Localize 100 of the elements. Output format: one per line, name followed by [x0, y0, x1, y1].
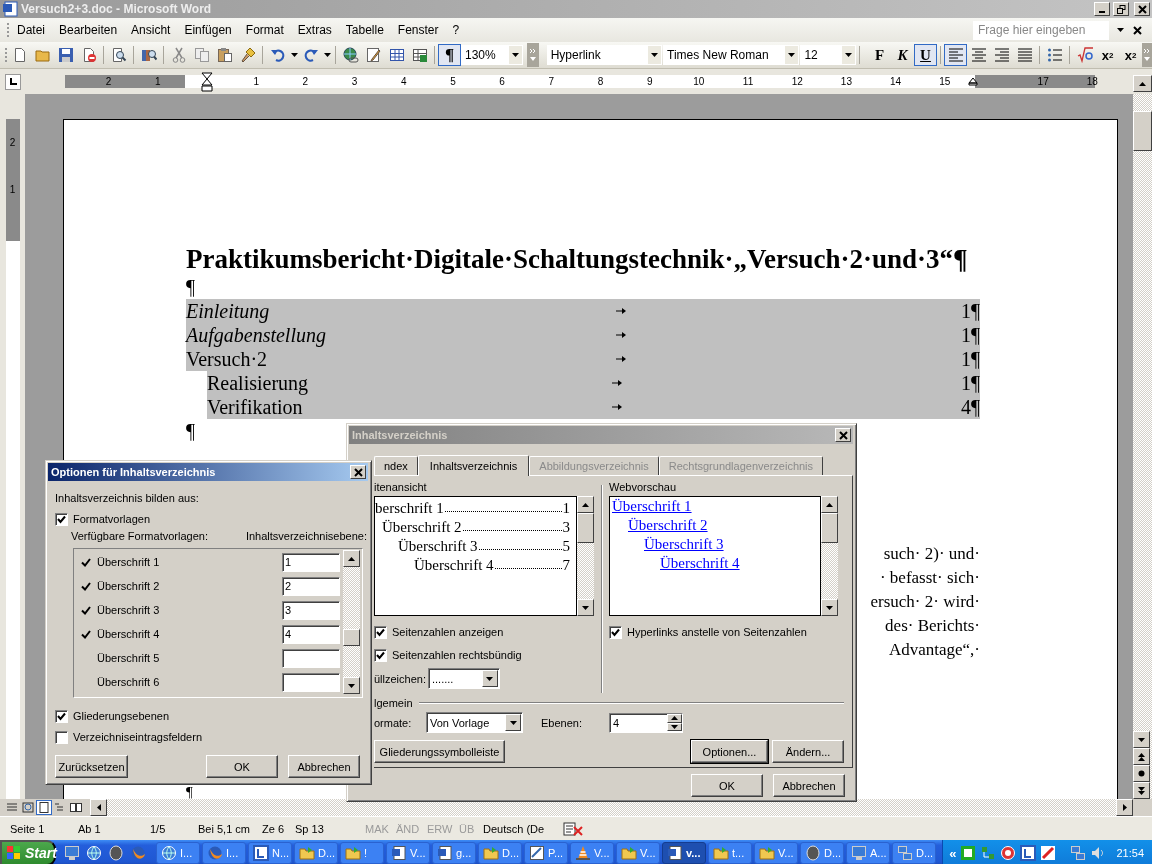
tab[interactable]: ndex [374, 456, 418, 475]
style-dropdown[interactable]: Hyperlink [546, 45, 662, 65]
superscript-button[interactable]: x$^{2}$ [1096, 44, 1119, 66]
double-up-arrow-icon[interactable] [1138, 752, 1145, 761]
level-field[interactable] [282, 672, 340, 692]
checkbox[interactable] [374, 625, 387, 639]
tray-overflow-button[interactable]: « [949, 845, 957, 861]
down-arrow-icon[interactable] [509, 720, 517, 725]
brush-icon[interactable] [239, 47, 256, 63]
scroll-thumb[interactable] [343, 629, 360, 646]
restore-button[interactable] [1113, 2, 1129, 16]
taskbar-button[interactable]: ! [340, 842, 384, 864]
clipboard-icon[interactable] [216, 47, 233, 63]
redo-icon[interactable] [302, 47, 319, 63]
scrollbar[interactable] [577, 496, 594, 616]
spreadsheet-icon[interactable] [411, 47, 428, 63]
network-icon[interactable] [1070, 845, 1087, 861]
font-dropdown[interactable]: Times New Roman [663, 45, 800, 65]
indent-marker-icon[interactable] [968, 77, 978, 86]
taskbar-button[interactable]: t... [708, 842, 752, 864]
table-icon[interactable] [388, 47, 405, 63]
caret-icon[interactable] [323, 53, 331, 57]
preview-link[interactable]: Überschrift 3 [644, 536, 724, 555]
level-field[interactable]: 3 [282, 600, 340, 620]
minimize-button[interactable] [1094, 2, 1110, 16]
down-arrow-icon[interactable] [512, 53, 519, 57]
menu-item[interactable]: Einfügen [177, 23, 239, 37]
scroll-up-button[interactable] [1133, 75, 1152, 92]
bullet-list-icon[interactable] [1046, 47, 1063, 63]
scroll-thumb[interactable] [1133, 111, 1152, 151]
level-field[interactable]: 2 [282, 576, 340, 596]
levels-spinner[interactable]: 4 [609, 712, 683, 733]
dialog-button[interactable]: OK [206, 755, 278, 778]
monitor-icon[interactable] [64, 845, 80, 861]
copy-icon[interactable] [193, 47, 210, 63]
taskbar-button[interactable]: V... [570, 842, 614, 864]
dialog-button[interactable]: Abbrechen [773, 774, 845, 797]
vertical-scrollbar[interactable] [1133, 94, 1152, 799]
dialog-button[interactable]: Abbrechen [288, 755, 360, 778]
view-mode-icon[interactable] [37, 801, 51, 814]
preview-link[interactable]: Überschrift 2 [628, 517, 708, 536]
preview-link[interactable]: Überschrift 1 [612, 498, 692, 517]
scrollbar[interactable] [343, 550, 360, 694]
checkbox[interactable] [55, 512, 68, 526]
fill-character-dropdown[interactable]: ....... [428, 668, 500, 689]
oval-icon[interactable] [108, 845, 124, 861]
globe-link-icon[interactable] [342, 47, 359, 63]
taskbar-button[interactable]: V... [386, 842, 430, 864]
up-arrow-icon[interactable] [1139, 81, 1146, 86]
preview-link[interactable]: Überschrift 4 [660, 555, 740, 574]
taskbar-button[interactable]: D... [294, 842, 338, 864]
up-arrow-icon[interactable] [826, 502, 833, 507]
scroll-thumb[interactable] [821, 513, 838, 543]
checkbox[interactable] [374, 648, 387, 662]
globe-icon[interactable] [130, 845, 146, 861]
zoom-dropdown[interactable]: 130% [461, 45, 523, 65]
help-field[interactable]: Frage hier eingeben [973, 20, 1109, 40]
menu-item[interactable]: Fenster [390, 23, 446, 37]
down-arrow-icon[interactable] [1138, 737, 1145, 742]
taskbar-button[interactable]: V... [754, 842, 798, 864]
menu-item[interactable]: Tabelle [338, 23, 391, 37]
dialog-button[interactable]: Optionen... [691, 740, 768, 763]
tray-icon[interactable] [1040, 845, 1057, 861]
italic-button[interactable]: K [891, 44, 914, 66]
dialog-button[interactable]: Zurücksetzen [55, 755, 128, 778]
dialog-button[interactable]: Gliederungssymbolleiste [374, 740, 505, 763]
tray-icon[interactable] [960, 845, 977, 861]
taskbar-button[interactable]: g... [432, 842, 476, 864]
close-icon[interactable] [1133, 25, 1142, 35]
dialog-button[interactable]: OK [691, 774, 763, 797]
underline-button[interactable]: U [914, 44, 937, 66]
checkbox[interactable] [609, 625, 622, 639]
taskbar-button[interactable]: P... [524, 842, 568, 864]
left-arrow-icon[interactable] [96, 804, 101, 811]
tab[interactable]: Inhaltsverzeichnis [417, 455, 530, 476]
folder-icon[interactable] [34, 47, 51, 63]
font-size-dropdown[interactable]: 12 [800, 45, 857, 65]
level-field[interactable] [282, 648, 340, 668]
toc-entry[interactable]: Aufgabenstellung 1¶ [186, 323, 980, 347]
taskbar-button[interactable]: D... [478, 842, 522, 864]
formats-dropdown[interactable]: Von Vorlage [426, 712, 523, 733]
down-arrow-icon[interactable] [671, 724, 678, 729]
pencil-document-icon[interactable] [365, 47, 382, 63]
menu-item[interactable]: ? [445, 23, 467, 37]
checkbox[interactable] [55, 709, 68, 723]
scrollbar[interactable] [821, 496, 838, 616]
double-down-arrow-icon[interactable] [1138, 786, 1145, 795]
toc-entry[interactable]: Verifikation 4¶ [207, 395, 980, 419]
taskbar-button[interactable]: A... [846, 842, 890, 864]
taskbar-button[interactable]: D... [892, 842, 936, 864]
taskbar-button[interactable]: I... [156, 842, 200, 864]
down-arrow-icon[interactable] [650, 53, 658, 57]
down-arrow-icon[interactable] [788, 53, 796, 57]
undo-icon[interactable] [269, 47, 286, 63]
level-field[interactable]: 4 [282, 624, 340, 644]
toc-entry[interactable]: Realisierung 1¶ [207, 371, 980, 395]
formatting-marks-button[interactable]: ¶ [438, 44, 461, 66]
toc-entry[interactable]: Einleitung 1¶ [186, 299, 980, 323]
caret-icon[interactable] [1117, 28, 1124, 32]
dot-icon[interactable] [1138, 770, 1145, 777]
